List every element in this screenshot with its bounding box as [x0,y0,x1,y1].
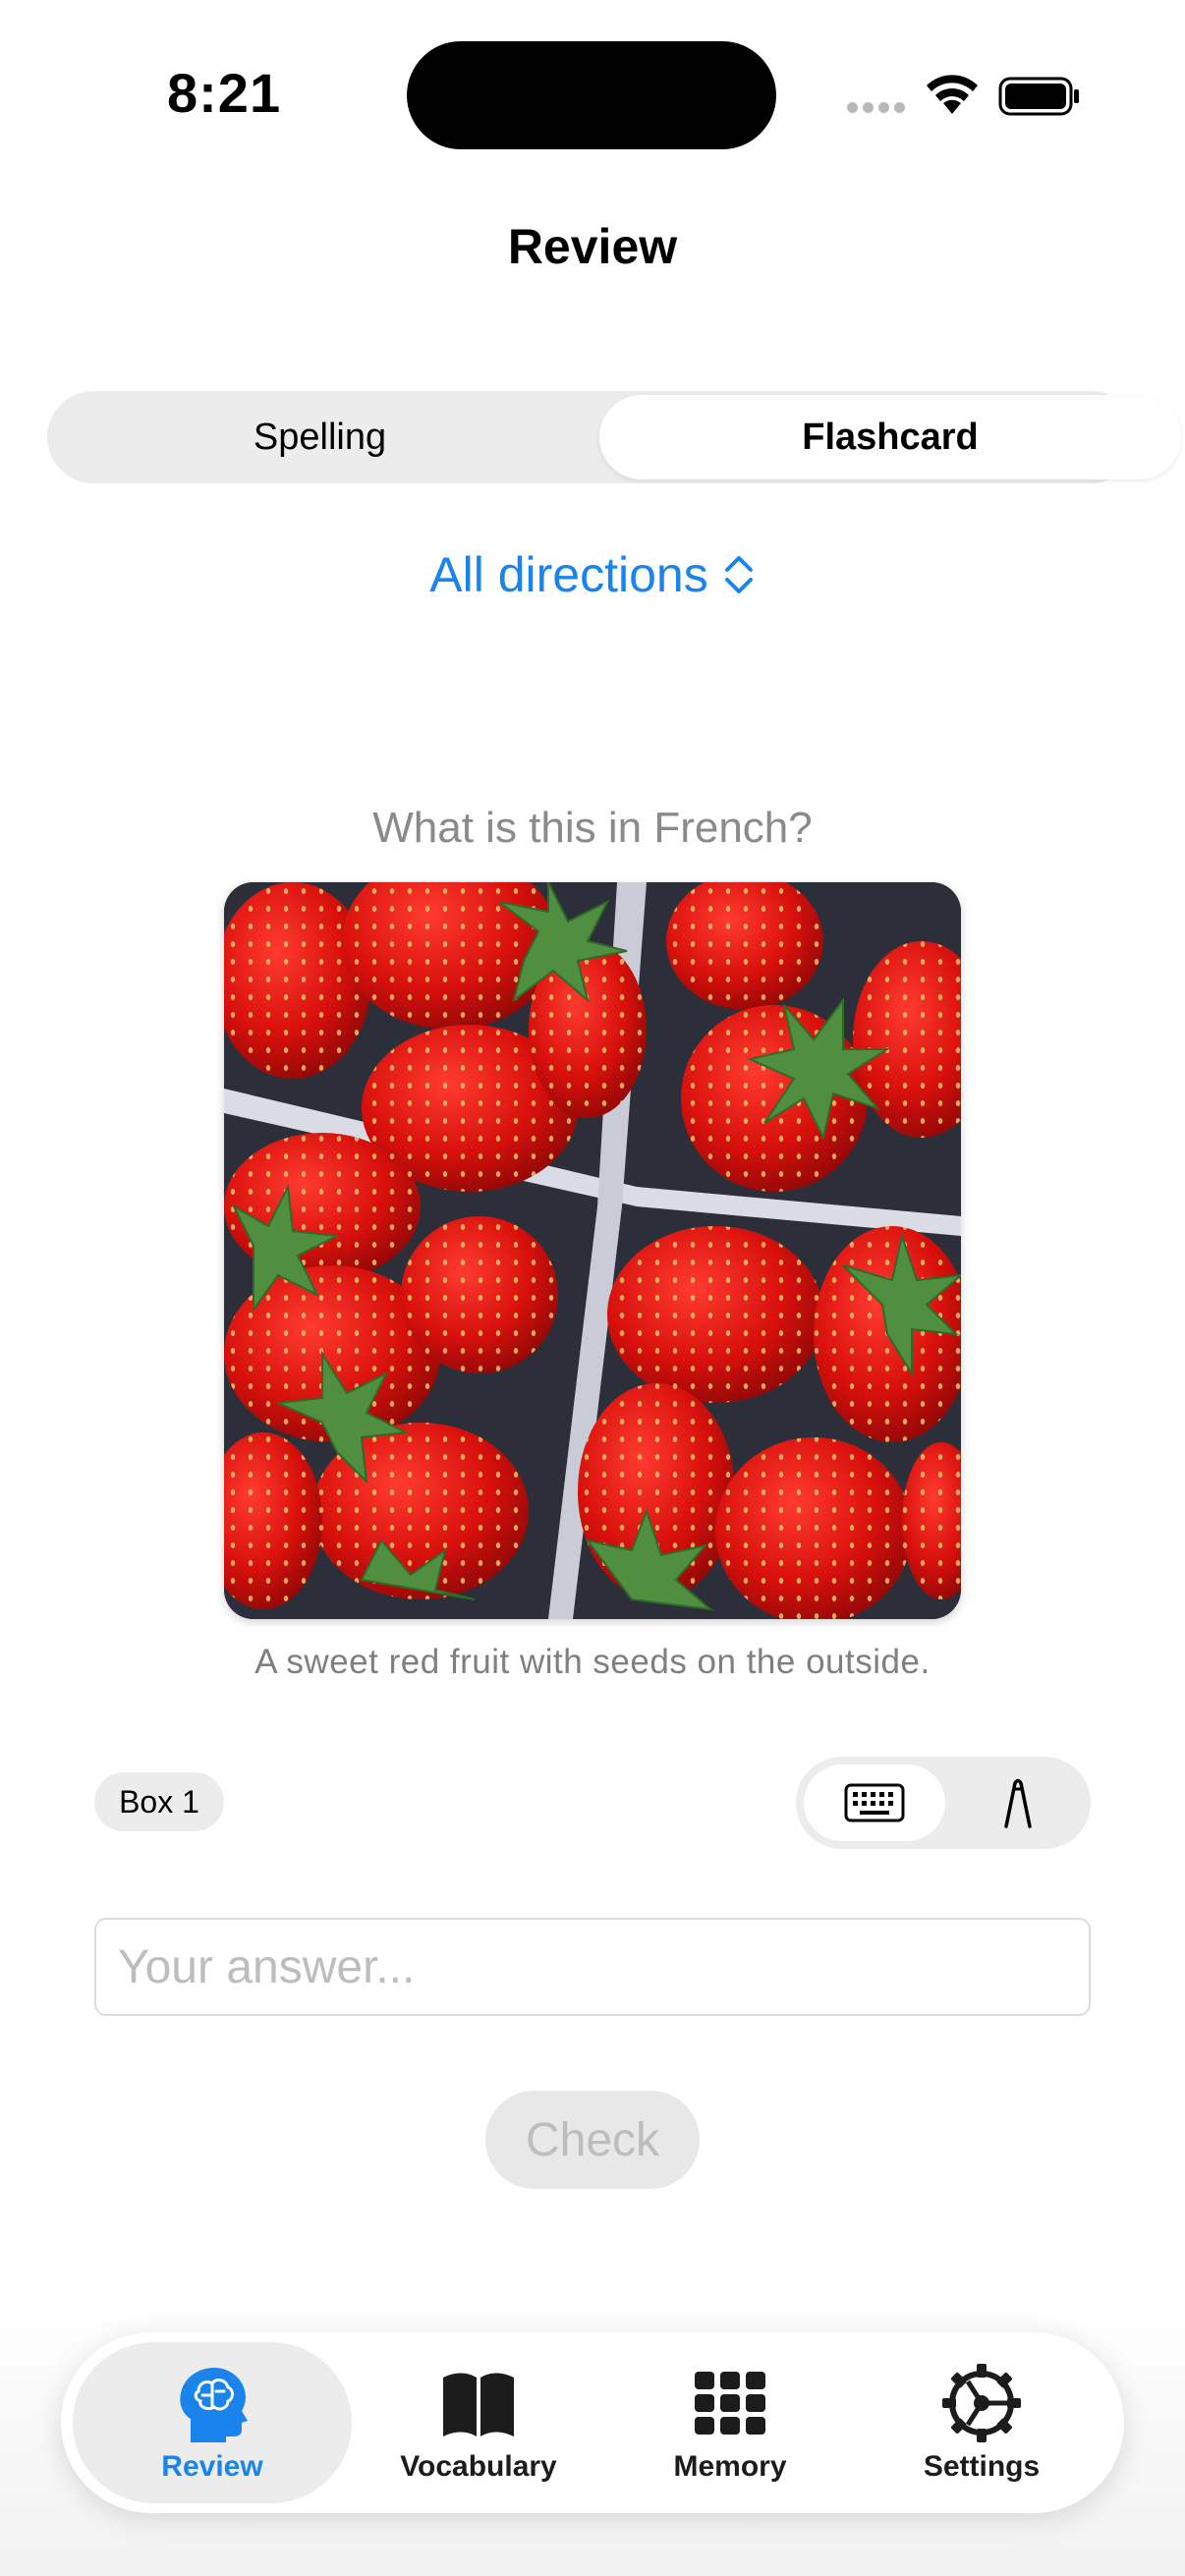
direction-picker[interactable]: All directions [0,546,1185,603]
card-prompt: What is this in French? [372,804,813,852]
gear-icon [942,2364,1021,2442]
tab-memory[interactable]: Memory [607,2342,853,2503]
tab-vocabulary[interactable]: Vocabulary [356,2342,601,2503]
chevron-up-down-icon [724,556,753,593]
tab-review[interactable]: Review [73,2342,352,2503]
page-title: Review [507,219,678,274]
pen-icon [1004,1778,1032,1828]
tab-settings[interactable]: Settings [859,2342,1104,2503]
tab-memory-label: Memory [673,2450,787,2483]
flashcard-image [224,882,961,1619]
status-bar: 8:21 [0,0,1185,187]
answer-input[interactable] [94,1918,1091,2016]
tab-bar: Review Vocabulary Memory Settings [61,2332,1124,2513]
keyboard-mode-button[interactable] [804,1764,945,1841]
cellular-signal-icon [847,102,906,116]
box-badge: Box 1 [94,1772,224,1831]
battery-icon [998,77,1079,116]
input-mode-toggle[interactable] [796,1757,1091,1849]
keyboard-icon [844,1783,905,1822]
card-hint: A sweet red fruit with seeds on the outs… [254,1643,931,1681]
segment-spelling[interactable]: Spelling [47,391,592,483]
brain-head-icon [180,2368,248,2442]
handwriting-mode-button[interactable] [953,1764,1083,1841]
tab-vocabulary-label: Vocabulary [400,2450,557,2483]
direction-label: All directions [429,547,708,602]
book-icon [443,2373,514,2436]
wifi-icon [927,75,978,114]
dynamic-island [407,41,776,149]
mode-segmented-control[interactable]: Spelling Flashcard [47,391,1181,483]
tab-settings-label: Settings [923,2450,1041,2483]
tab-review-label: Review [161,2450,263,2483]
strawberries-illustration [224,882,961,1619]
status-time: 8:21 [167,62,282,124]
check-button[interactable]: Check [485,2091,700,2189]
segment-flashcard[interactable]: Flashcard [599,395,1181,479]
grid-icon [695,2372,765,2435]
